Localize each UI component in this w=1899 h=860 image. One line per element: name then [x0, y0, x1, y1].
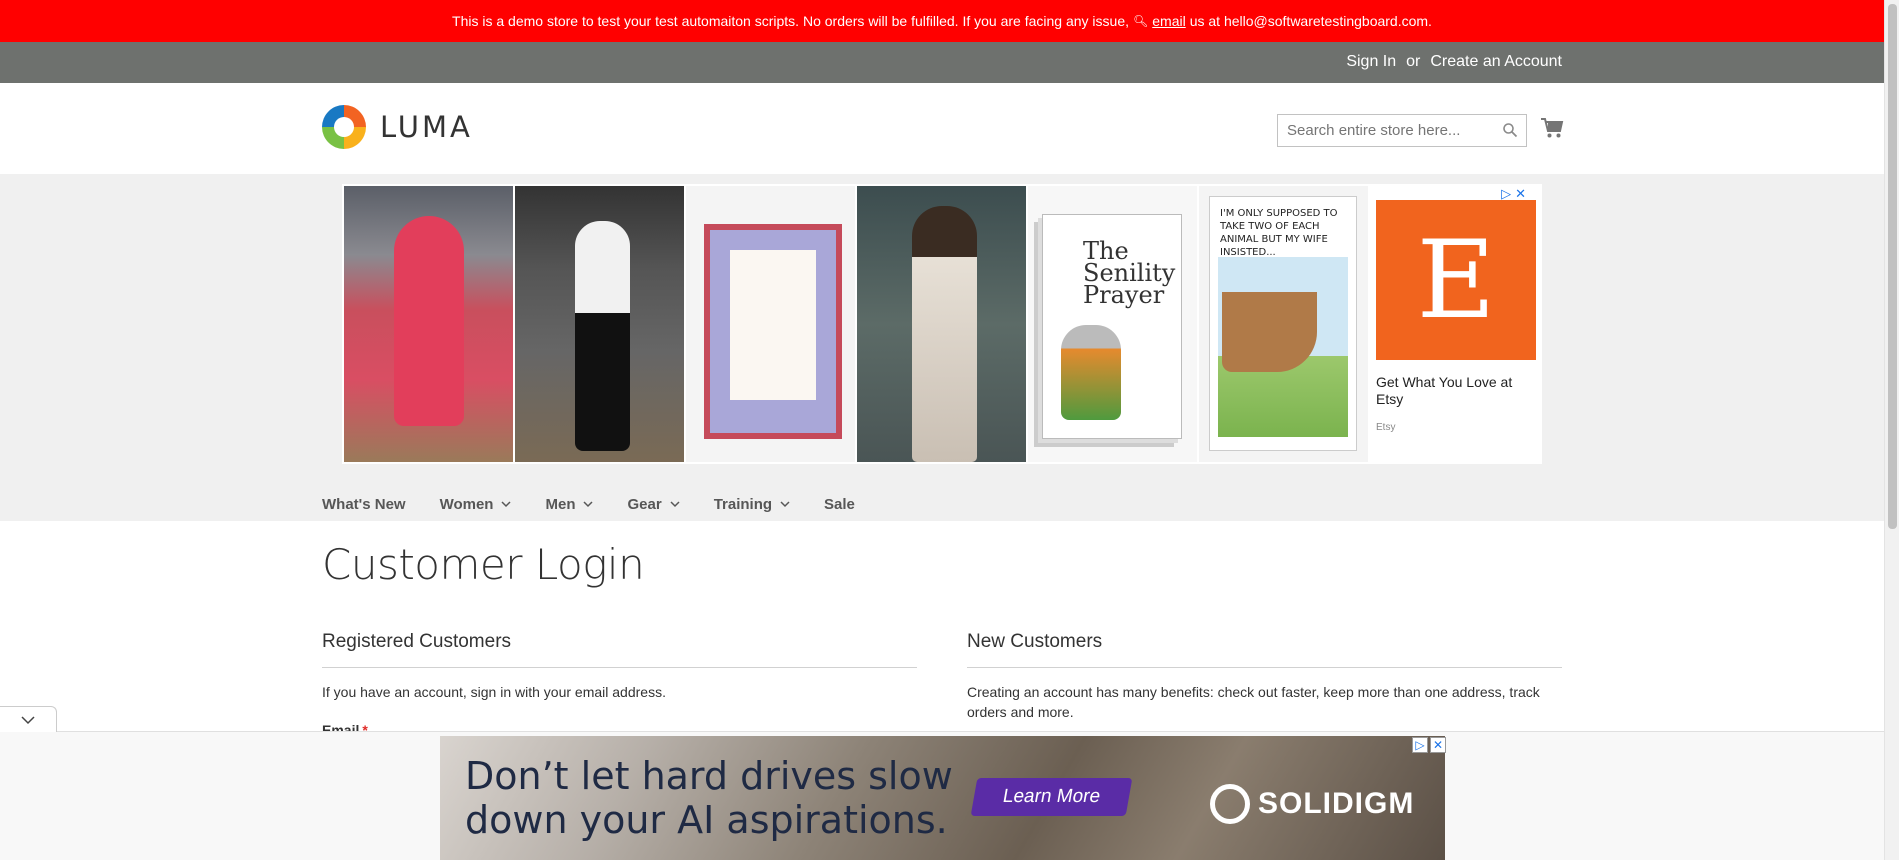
nav-item-sale[interactable]: Sale	[824, 496, 855, 513]
logo-text: LUMA	[380, 110, 473, 144]
nav-item-men[interactable]: Men	[545, 495, 594, 513]
nav-item-whats-new[interactable]: What's New	[322, 496, 406, 513]
sign-in-link[interactable]: Sign In	[1346, 53, 1396, 71]
nav-item-training[interactable]: Training	[714, 496, 790, 513]
ad-image-cartoon-card[interactable]	[686, 186, 855, 462]
solidigm-mark-icon	[1210, 784, 1250, 824]
create-account-link[interactable]: Create an Account	[1430, 53, 1562, 71]
demo-email-link[interactable]: email	[1152, 13, 1185, 29]
ad-area: The Senility Prayer I'M ONLY SUPPOSED TO…	[0, 174, 1884, 521]
adchoices-icon[interactable]: ▷	[1412, 737, 1428, 753]
luma-logo-icon	[322, 105, 366, 149]
divider	[967, 667, 1562, 668]
adchoices-icon[interactable]: ▷	[1501, 186, 1511, 202]
brand-name: SOLIDIGM	[1258, 787, 1415, 820]
main-navigation: What's New Women Men Gear Training Sale	[322, 487, 889, 521]
ad-image-woman-white-top[interactable]	[515, 186, 684, 462]
site-header: LUMA	[0, 83, 1884, 174]
nav-item-label: Gear	[627, 495, 662, 513]
demo-notice-bar: This is a demo store to test your test a…	[0, 0, 1884, 42]
new-customers-text: Creating an account has many benefits: c…	[967, 684, 1540, 720]
nav-item-label: Men	[545, 495, 576, 513]
ad-choices: ▷ ✕	[1501, 186, 1526, 202]
search-icon[interactable]	[1502, 122, 1518, 138]
close-icon[interactable]: ✕	[1515, 186, 1526, 202]
etsy-headline[interactable]: Get What You Love at Etsy	[1376, 374, 1536, 408]
chevron-down-icon	[21, 715, 35, 724]
etsy-ad[interactable]: E Get What You Love at Etsy Etsy ▷ ✕	[1370, 186, 1540, 462]
ark-card-caption: I'M ONLY SUPPOSED TO TAKE TWO OF EACH AN…	[1220, 208, 1338, 258]
ad-image-woman-portrait[interactable]	[857, 186, 1026, 462]
nav-item-gear[interactable]: Gear	[627, 495, 680, 513]
solidigm-banner-ad[interactable]: Don’t let hard drives slow down your AI …	[440, 736, 1445, 860]
chevron-down-icon	[501, 501, 512, 508]
store-logo[interactable]: LUMA	[322, 105, 473, 149]
or-separator: or	[1406, 53, 1421, 70]
collapse-ad-button[interactable]	[0, 706, 57, 732]
solidigm-logo: SOLIDIGM	[1210, 784, 1414, 824]
scrollbar-thumb[interactable]	[1888, 4, 1897, 529]
page-title: Customer Login	[322, 540, 645, 589]
search-icon: 🔍︎	[1133, 14, 1149, 28]
ad-image-senility-prayer-card[interactable]: The Senility Prayer	[1028, 186, 1197, 462]
nav-item-label: Women	[439, 495, 494, 513]
etsy-source: Etsy	[1376, 422, 1396, 433]
learn-more-button[interactable]: Learn More	[970, 778, 1133, 816]
divider	[322, 667, 917, 668]
nav-item-label: What's New	[322, 495, 406, 513]
nav-item-label: Sale	[824, 495, 855, 513]
banner-ad-choices: ▷ ✕	[1412, 737, 1446, 753]
nav-item-label: Training	[713, 495, 773, 513]
header-panel: Sign In or Create an Account	[0, 42, 1884, 83]
nav-item-women[interactable]: Women	[440, 496, 512, 513]
close-icon[interactable]: ✕	[1430, 737, 1446, 753]
new-customers-title: New Customers	[967, 631, 1103, 652]
header-links: Sign In or Create an Account	[1346, 53, 1562, 71]
ad-image-ark-cartoon-card[interactable]: I'M ONLY SUPPOSED TO TAKE TWO OF EACH AN…	[1199, 186, 1368, 462]
search-box	[1277, 114, 1527, 147]
chevron-down-icon	[780, 501, 790, 508]
senility-card-title: The Senility Prayer	[1083, 237, 1176, 309]
chevron-down-icon	[670, 501, 680, 508]
banner-headline: Don’t let hard drives slow down your AI …	[465, 754, 953, 842]
cart-icon[interactable]	[1540, 116, 1564, 140]
page-scrollbar[interactable]	[1884, 0, 1899, 860]
demo-notice-text: This is a demo store to test your test a…	[452, 13, 1130, 29]
chevron-down-icon	[583, 501, 594, 508]
etsy-logo: E	[1376, 200, 1536, 360]
registered-customers-title: Registered Customers	[322, 631, 512, 652]
ad-strip: The Senility Prayer I'M ONLY SUPPOSED TO…	[342, 184, 1542, 464]
search-input[interactable]	[1278, 115, 1488, 146]
ad-image-woman-red-dress[interactable]	[344, 186, 513, 462]
registered-customers-text: If you have an account, sign in with you…	[322, 684, 666, 700]
demo-notice-contact: us at hello@softwaretestingboard.com.	[1189, 13, 1432, 29]
